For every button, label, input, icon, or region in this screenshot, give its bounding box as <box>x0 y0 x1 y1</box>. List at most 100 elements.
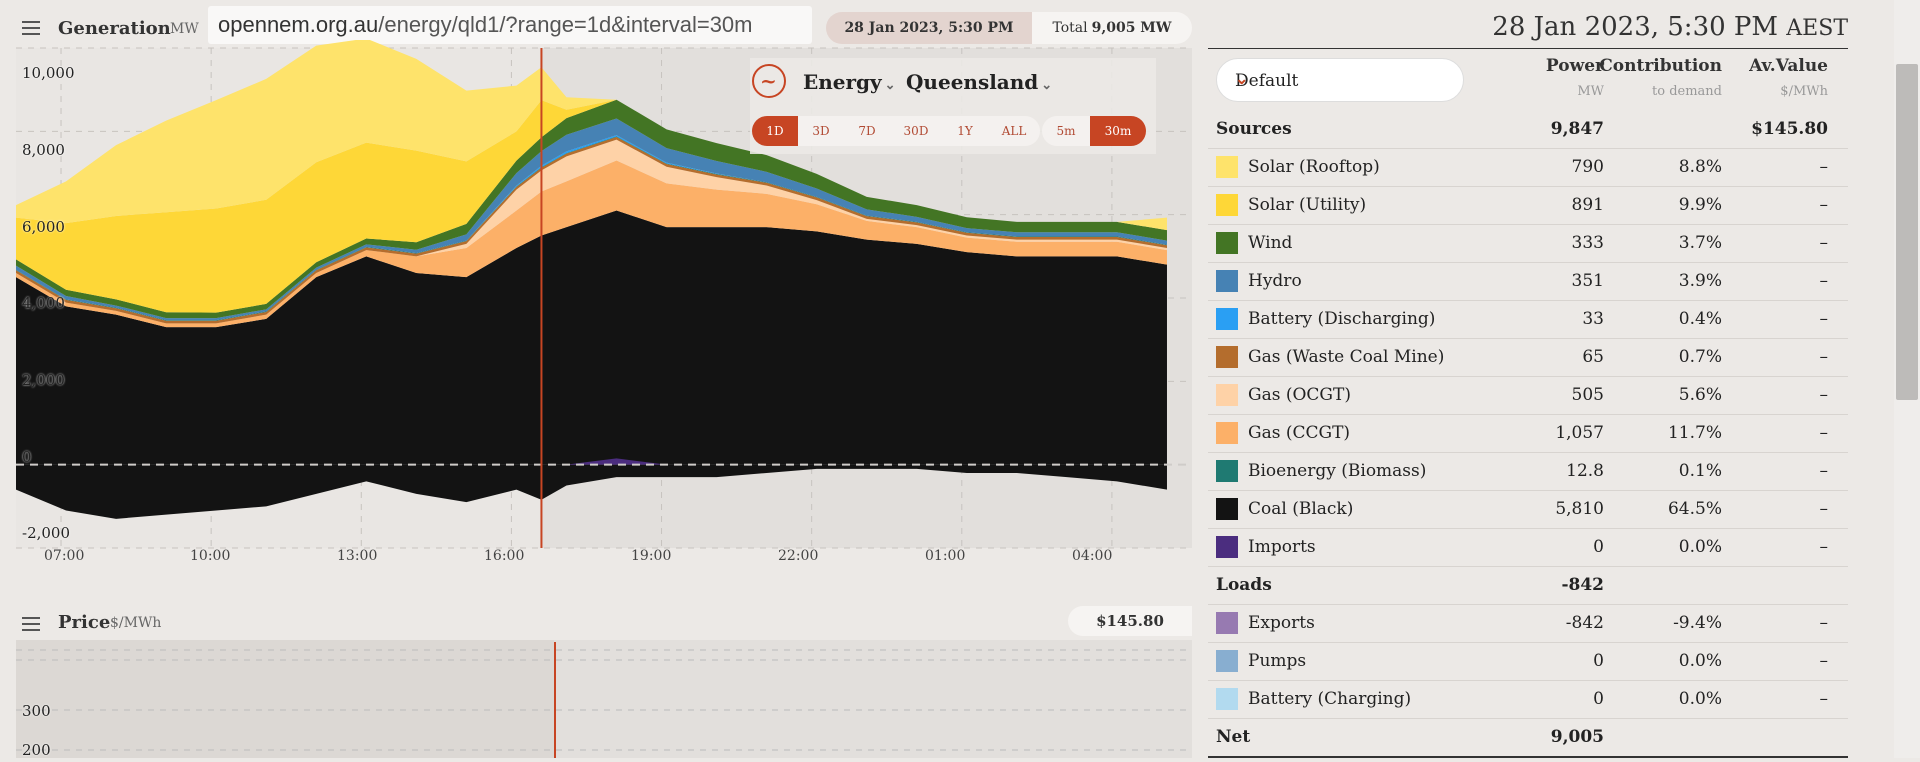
row-power: 891 <box>1571 195 1604 215</box>
row-contribution: 0.0% <box>1678 689 1722 709</box>
legend-swatch <box>1216 688 1238 710</box>
legend-swatch <box>1216 308 1238 330</box>
row-contribution: 0.0% <box>1678 537 1722 557</box>
row-avvalue: – <box>1819 309 1829 329</box>
grouping-select[interactable]: Default ⌄ <box>1216 58 1464 102</box>
generation-unit: MW <box>170 21 199 37</box>
range-selector: 1D 3D 7D 30D 1Y ALL <box>752 116 1040 146</box>
col-avvalue-unit: $/MWh <box>1780 84 1828 99</box>
table-row[interactable]: Solar (Rooftop) 790 8.8% – <box>1208 148 1848 187</box>
y-tick-label: 8,000 <box>22 141 65 159</box>
range-button-3d[interactable]: 3D <box>798 116 844 146</box>
row-power: 9,005 <box>1550 727 1604 747</box>
col-power-unit: MW <box>1577 84 1604 99</box>
range-button-1y[interactable]: 1Y <box>942 116 988 146</box>
row-avvalue: $145.80 <box>1751 119 1828 139</box>
table-row[interactable]: Gas (OCGT) 505 5.6% – <box>1208 376 1848 415</box>
row-label: Gas (CCGT) <box>1248 423 1351 443</box>
y-tick-label: -2,000 <box>22 524 71 542</box>
generation-title: Generation <box>58 18 171 39</box>
table-row[interactable]: Bioenergy (Biomass) 12.8 0.1% – <box>1208 452 1848 491</box>
x-tick-label: 04:00 <box>1072 548 1113 564</box>
row-power: 505 <box>1571 385 1604 405</box>
table-row[interactable]: Hydro 351 3.9% – <box>1208 262 1848 301</box>
table-net-row[interactable]: Net 9,005 <box>1208 718 1848 758</box>
y-tick-label: 6,000 <box>22 218 65 236</box>
legend-swatch <box>1216 498 1238 520</box>
row-label: Bioenergy (Biomass) <box>1248 461 1427 481</box>
table-loads-row[interactable]: Loads -842 <box>1208 566 1848 605</box>
range-button-all[interactable]: ALL <box>988 116 1040 146</box>
range-button-1d[interactable]: 1D <box>752 116 798 146</box>
row-power: 0 <box>1593 651 1604 671</box>
range-button-7d[interactable]: 7D <box>844 116 890 146</box>
row-contribution: -9.4% <box>1673 613 1722 633</box>
row-contribution: 0.1% <box>1678 461 1722 481</box>
price-chart-svg[interactable] <box>0 600 1200 758</box>
legend-swatch <box>1216 346 1238 368</box>
y-tick-label: 10,000 <box>22 64 75 82</box>
x-tick-label: 19:00 <box>631 548 672 564</box>
row-avvalue: – <box>1819 537 1829 557</box>
region-dropdown[interactable]: Queensland ⌄ <box>906 70 1052 94</box>
col-contribution-unit: to demand <box>1652 84 1722 99</box>
table-row[interactable]: Coal (Black) 5,810 64.5% – <box>1208 490 1848 529</box>
table-row[interactable]: Wind 333 3.7% – <box>1208 224 1848 263</box>
table-date-value: 28 Jan 2023, 5:30 PM <box>1492 12 1779 42</box>
row-power: 790 <box>1571 157 1604 177</box>
url-host: opennem.org.au <box>218 12 379 37</box>
row-label: Loads <box>1216 575 1272 595</box>
row-power: 9,847 <box>1550 119 1604 139</box>
y-tick-label: 0 <box>22 448 32 466</box>
url-bar[interactable]: opennem.org.au/energy/qld1/?range=1d&int… <box>208 6 812 44</box>
row-power: 65 <box>1582 347 1604 367</box>
row-avvalue: – <box>1819 613 1829 633</box>
col-contribution-header[interactable]: Contribution <box>1599 56 1722 76</box>
row-contribution: 3.7% <box>1678 233 1722 253</box>
table-row[interactable]: Gas (CCGT) 1,057 11.7% – <box>1208 414 1848 453</box>
row-label: Coal (Black) <box>1248 499 1354 519</box>
energy-dropdown[interactable]: Energy ⌄ <box>803 70 896 94</box>
table-row[interactable]: Gas (Waste Coal Mine) 65 0.7% – <box>1208 338 1848 377</box>
row-label: Exports <box>1248 613 1315 633</box>
table-sources-row[interactable]: Sources 9,847 $145.80 <box>1208 110 1848 149</box>
opennem-logo-icon[interactable]: ~ <box>752 64 786 98</box>
legend-swatch <box>1216 460 1238 482</box>
table-row[interactable]: Battery (Charging) 0 0.0% – <box>1208 680 1848 719</box>
row-avvalue: – <box>1819 423 1829 443</box>
table-row[interactable]: Solar (Utility) 891 9.9% – <box>1208 186 1848 225</box>
col-power-header[interactable]: Power <box>1546 56 1604 76</box>
row-power: 12.8 <box>1566 461 1604 481</box>
table-row[interactable]: Imports 0 0.0% – <box>1208 528 1848 567</box>
row-contribution: 11.7% <box>1667 423 1722 443</box>
hamburger-menu-icon[interactable] <box>22 21 40 35</box>
table-row[interactable]: Exports -842 -9.4% – <box>1208 604 1848 643</box>
row-power: 33 <box>1582 309 1604 329</box>
y-tick-label: 2,000 <box>22 371 65 389</box>
total-value: 9,005 MW <box>1091 20 1172 36</box>
row-avvalue: – <box>1819 347 1829 367</box>
x-tick-label: 16:00 <box>484 548 525 564</box>
price-ytick: 200 <box>22 741 51 759</box>
row-power: 0 <box>1593 689 1604 709</box>
table-row[interactable]: Pumps 0 0.0% – <box>1208 642 1848 681</box>
chevron-down-icon: ⌄ <box>1041 78 1053 93</box>
row-label: Pumps <box>1248 651 1307 671</box>
table-timezone: AEST <box>1786 16 1848 41</box>
row-contribution: 9.9% <box>1678 195 1722 215</box>
price-chart[interactable] <box>0 600 1200 758</box>
row-power: 5,810 <box>1555 499 1604 519</box>
row-contribution: 64.5% <box>1667 499 1722 519</box>
y-tick-label: 4,000 <box>22 294 65 312</box>
interval-button-5m[interactable]: 5m <box>1042 116 1090 146</box>
row-contribution: 0.0% <box>1678 651 1722 671</box>
scrollbar-thumb[interactable] <box>1896 64 1918 400</box>
row-avvalue: – <box>1819 233 1829 253</box>
interval-button-30m[interactable]: 30m <box>1090 116 1146 146</box>
row-contribution: 0.7% <box>1678 347 1722 367</box>
row-power: 351 <box>1571 271 1604 291</box>
table-row[interactable]: Battery (Discharging) 33 0.4% – <box>1208 300 1848 339</box>
col-avvalue-header[interactable]: Av.Value <box>1749 56 1828 76</box>
range-button-30d[interactable]: 30D <box>890 116 942 146</box>
row-label: Net <box>1216 727 1251 747</box>
